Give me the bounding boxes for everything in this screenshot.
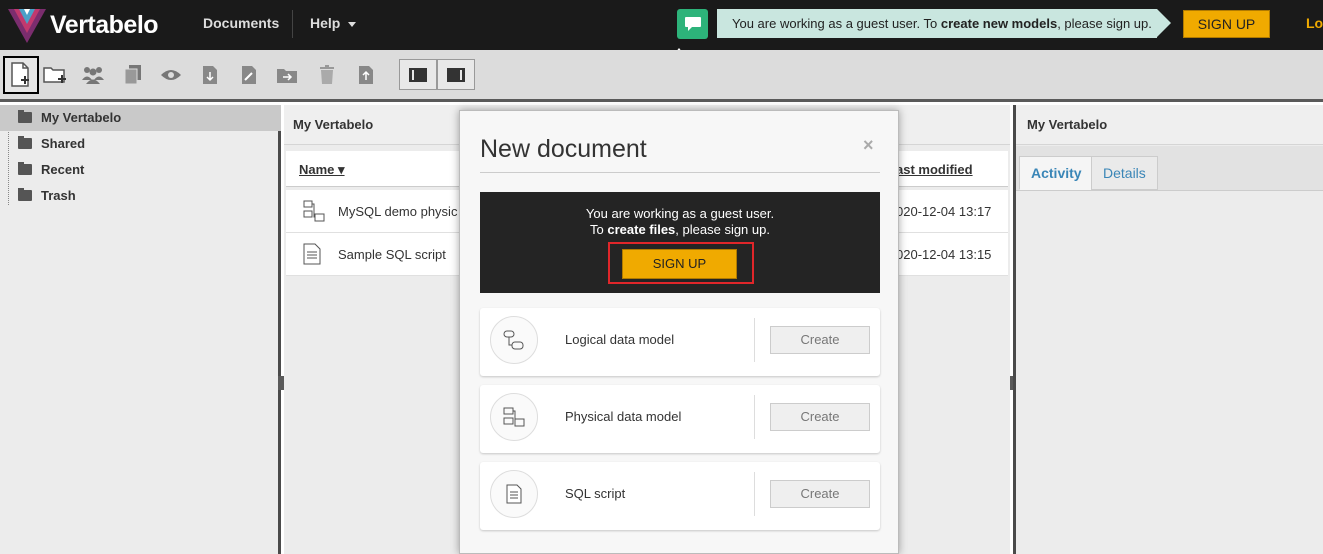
new-folder-button[interactable] xyxy=(38,58,72,92)
move-button[interactable] xyxy=(270,58,304,92)
upload-button[interactable] xyxy=(349,58,383,92)
dialog-signup-button[interactable]: SIGN UP xyxy=(622,249,737,279)
tab-details[interactable]: Details xyxy=(1091,156,1158,190)
create-logical-model-button[interactable]: Create xyxy=(770,326,870,354)
users-icon xyxy=(82,67,104,84)
document-type-label: Logical data model xyxy=(565,332,675,347)
new-document-dialog: New document × You are working as a gues… xyxy=(459,110,899,554)
column-name-header[interactable]: Name ▾ xyxy=(299,162,345,178)
physical-model-card: Physical data model Create xyxy=(480,385,880,453)
download-icon xyxy=(203,66,217,84)
guest-banner-pre: You are working as a guest user. To xyxy=(732,16,941,31)
login-link[interactable]: Lo xyxy=(1306,0,1323,50)
logical-model-icon xyxy=(490,316,538,364)
folder-icon xyxy=(18,188,32,201)
tree-item-label: Recent xyxy=(41,162,85,177)
guest-notice-pre: To xyxy=(590,222,608,237)
close-icon[interactable]: × xyxy=(863,135,874,156)
folder-tree: My Vertabelo Shared Recent Trash xyxy=(0,105,281,554)
guest-notice-line1: You are working as a guest user. xyxy=(585,206,775,221)
tree-item-recent[interactable]: Recent xyxy=(0,157,281,183)
nav-divider xyxy=(292,10,293,38)
download-button[interactable] xyxy=(193,58,227,92)
row-name: Sample SQL script xyxy=(338,247,446,262)
details-tabs: Activity Details xyxy=(1016,146,1323,191)
panel-left-icon xyxy=(409,67,427,82)
trash-icon xyxy=(320,65,334,84)
tree-item-shared[interactable]: Shared xyxy=(0,131,281,157)
nav-help[interactable]: Help xyxy=(310,0,357,50)
document-type-label: SQL script xyxy=(565,486,626,501)
preview-button[interactable] xyxy=(154,58,188,92)
sql-script-card: SQL script Create xyxy=(480,462,880,530)
top-bar: Vertabelo Documents Help You are working… xyxy=(0,0,1323,50)
physical-model-icon xyxy=(490,393,538,441)
sql-script-icon xyxy=(303,243,321,268)
edit-icon xyxy=(242,66,256,84)
layout-left-toggle[interactable] xyxy=(399,59,437,90)
guest-notice-bold: create files xyxy=(607,222,676,237)
guest-banner-bold: create new models xyxy=(940,16,1058,31)
column-modified-header[interactable]: ast modified xyxy=(896,162,973,177)
new-document-button[interactable] xyxy=(3,56,39,94)
copy-icon xyxy=(124,65,141,85)
chat-icon xyxy=(684,17,701,31)
panel-right-icon xyxy=(447,67,465,82)
card-divider xyxy=(754,318,755,362)
share-button[interactable] xyxy=(76,58,110,92)
card-divider xyxy=(754,395,755,439)
document-type-label: Physical data model xyxy=(565,409,682,424)
tree-item-label: Shared xyxy=(41,136,86,151)
create-sql-script-button[interactable]: Create xyxy=(770,480,870,508)
tab-activity[interactable]: Activity xyxy=(1019,156,1094,190)
layout-right-toggle[interactable] xyxy=(437,59,475,90)
guest-banner: You are working as a guest user. To crea… xyxy=(717,9,1157,38)
right-panel-title: My Vertabelo xyxy=(1016,105,1323,145)
vertabelo-logo-icon xyxy=(8,9,46,43)
card-divider xyxy=(754,472,755,516)
row-modified: 020-12-04 13:17 xyxy=(896,204,992,219)
upload-icon xyxy=(359,66,373,84)
new-folder-icon xyxy=(43,67,66,83)
guest-banner-post: , please sign up. xyxy=(1057,16,1152,31)
delete-button[interactable] xyxy=(310,58,344,92)
row-modified: 020-12-04 13:15 xyxy=(896,247,992,262)
nav-documents[interactable]: Documents xyxy=(203,0,279,50)
move-folder-icon xyxy=(277,69,297,83)
details-panel: My Vertabelo Activity Details xyxy=(1013,105,1323,554)
logical-model-card: Logical data model Create xyxy=(480,308,880,376)
dialog-divider xyxy=(480,172,880,173)
dialog-title: New document xyxy=(480,135,647,163)
folder-icon xyxy=(18,136,32,149)
chat-button[interactable] xyxy=(677,9,708,39)
copy-button[interactable] xyxy=(116,58,150,92)
guest-notice-post: , please sign up. xyxy=(675,222,770,237)
toolbar xyxy=(0,50,1323,102)
folder-icon xyxy=(18,110,32,123)
create-physical-model-button[interactable]: Create xyxy=(770,403,870,431)
nav-help-label: Help xyxy=(310,15,341,31)
tree-item-label: Trash xyxy=(41,188,76,203)
top-signup-button[interactable]: SIGN UP xyxy=(1183,10,1270,38)
tree-item-label: My Vertabelo xyxy=(41,110,122,125)
sql-script-icon xyxy=(490,470,538,518)
new-document-icon xyxy=(11,62,29,87)
guest-notice-line2: To create files, please sign up. xyxy=(480,222,880,237)
guest-banner-arrow xyxy=(1157,9,1171,37)
app-name: Vertabelo xyxy=(50,10,159,39)
tree-item-trash[interactable]: Trash xyxy=(0,183,281,209)
guest-notice: You are working as a guest user. To crea… xyxy=(480,192,880,293)
folder-icon xyxy=(18,162,32,175)
chevron-down-icon xyxy=(348,21,357,27)
eye-icon xyxy=(161,70,181,80)
tree-item-my-vertabelo[interactable]: My Vertabelo xyxy=(0,105,281,131)
vertabelo-logo[interactable]: Vertabelo xyxy=(8,7,159,43)
row-name: MySQL demo physic xyxy=(338,204,458,219)
edit-button[interactable] xyxy=(232,58,266,92)
physical-model-icon xyxy=(303,200,325,225)
